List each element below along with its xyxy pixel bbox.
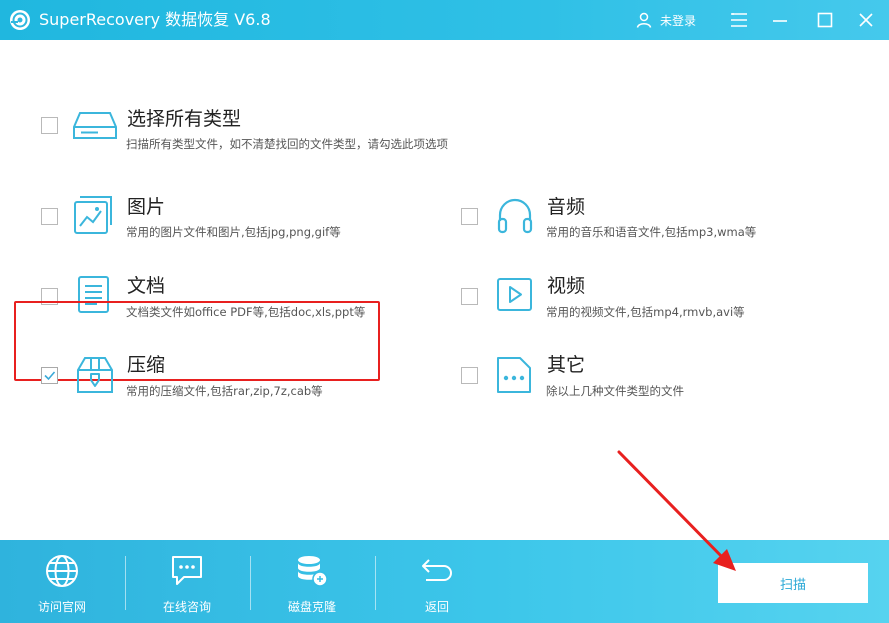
video-play-icon bbox=[497, 278, 532, 311]
nav-label: 访问官网 bbox=[37, 600, 86, 614]
online-consult-button[interactable]: 在线咨询 bbox=[125, 540, 249, 623]
option-title: 其它 bbox=[547, 354, 586, 376]
menu-button[interactable] bbox=[725, 6, 753, 34]
checkbox-all-types[interactable] bbox=[41, 117, 58, 134]
chat-icon bbox=[172, 556, 202, 585]
other-file-icon bbox=[497, 357, 531, 393]
menu-icon bbox=[731, 13, 747, 27]
login-button[interactable]: 未登录 bbox=[636, 9, 696, 31]
app-logo-icon bbox=[10, 10, 30, 30]
option-title: 文档 bbox=[127, 275, 166, 297]
bottom-toolbar: 访问官网 在线咨询 磁盘克隆 返回 扫描 bbox=[0, 540, 889, 623]
option-title: 压缩 bbox=[127, 354, 166, 376]
login-status-label: 未登录 bbox=[660, 13, 697, 28]
close-button[interactable] bbox=[852, 6, 880, 34]
hard-drive-icon bbox=[73, 112, 117, 139]
maximize-button[interactable] bbox=[811, 6, 839, 34]
highlight-box bbox=[14, 301, 380, 381]
checkbox-image[interactable] bbox=[41, 208, 58, 225]
option-title: 图片 bbox=[127, 196, 166, 218]
user-icon bbox=[636, 12, 652, 28]
option-desc: 除以上几种文件类型的文件 bbox=[546, 384, 684, 398]
checkbox-archive[interactable] bbox=[41, 367, 58, 384]
app-title: SuperRecovery 数据恢复 V6.8 bbox=[39, 10, 271, 29]
scan-button[interactable]: 扫描 bbox=[718, 563, 868, 603]
visit-website-button[interactable]: 访问官网 bbox=[0, 540, 124, 623]
checkbox-video[interactable] bbox=[461, 288, 478, 305]
minimize-button[interactable] bbox=[766, 6, 794, 34]
minimize-icon bbox=[773, 20, 787, 22]
title-bar: SuperRecovery 数据恢复 V6.8 未登录 bbox=[0, 0, 889, 40]
maximize-icon bbox=[817, 12, 833, 28]
nav-label: 在线咨询 bbox=[162, 600, 211, 614]
option-title: 音频 bbox=[547, 196, 586, 218]
option-desc: 常用的压缩文件,包括rar,zip,7z,cab等 bbox=[126, 384, 323, 398]
option-desc: 常用的视频文件,包括mp4,rmvb,avi等 bbox=[546, 305, 745, 319]
back-button[interactable]: 返回 bbox=[375, 540, 499, 623]
image-icon bbox=[74, 196, 112, 234]
close-icon bbox=[859, 13, 873, 27]
checkbox-audio[interactable] bbox=[461, 208, 478, 225]
nav-label: 磁盘克隆 bbox=[287, 600, 336, 614]
option-title: 选择所有类型 bbox=[127, 108, 242, 130]
option-desc: 常用的图片文件和图片,包括jpg,png,gif等 bbox=[126, 225, 341, 239]
headphones-icon bbox=[497, 198, 533, 234]
disk-clone-button[interactable]: 磁盘克隆 bbox=[250, 540, 374, 623]
option-desc: 常用的音乐和语音文件,包括mp3,wma等 bbox=[546, 225, 757, 239]
option-title: 视频 bbox=[547, 275, 586, 297]
database-icon bbox=[298, 556, 328, 587]
option-desc: 扫描所有类型文件，如不清楚找回的文件类型，请勾选此项选项 bbox=[126, 137, 448, 151]
checkmark-icon bbox=[44, 371, 56, 381]
back-arrow-icon bbox=[422, 559, 452, 581]
archive-icon bbox=[77, 357, 113, 393]
globe-icon bbox=[46, 555, 78, 587]
checkbox-other[interactable] bbox=[461, 367, 478, 384]
nav-label: 返回 bbox=[424, 600, 449, 614]
